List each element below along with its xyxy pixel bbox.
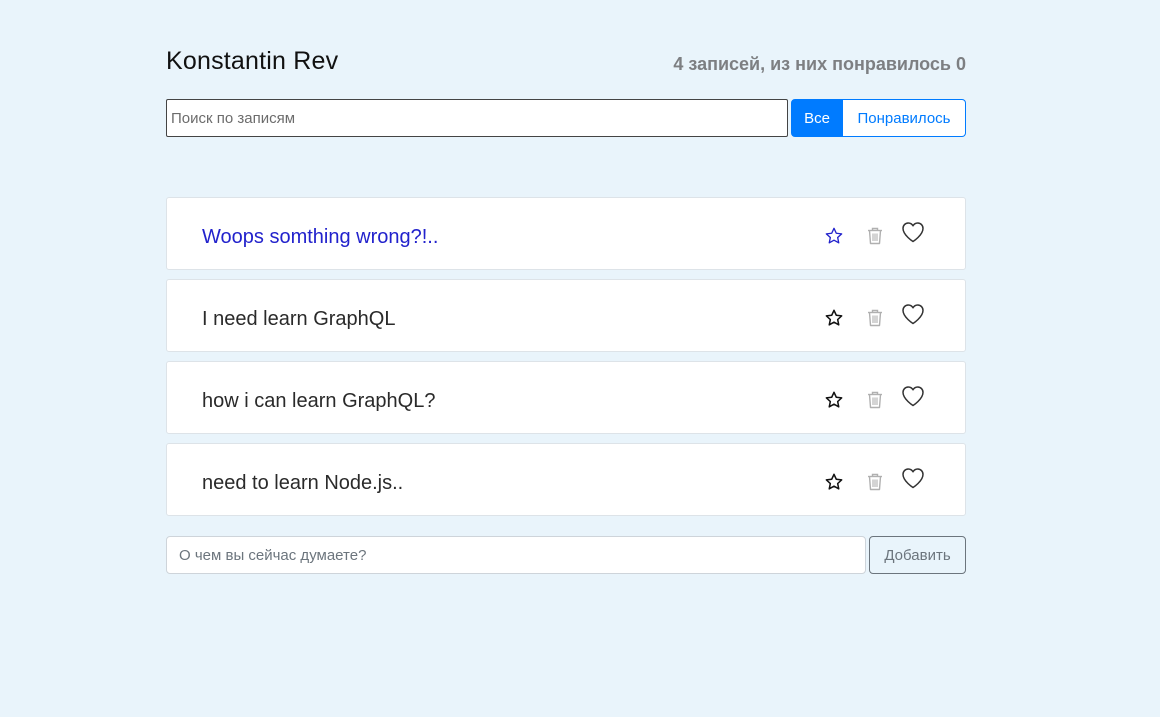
star-icon xyxy=(825,227,843,243)
delete-button[interactable] xyxy=(861,364,889,435)
star-icon xyxy=(825,391,843,408)
heart-icon xyxy=(902,303,924,324)
new-post-input[interactable] xyxy=(166,536,866,574)
star-button[interactable] xyxy=(820,200,848,271)
search-input[interactable] xyxy=(166,99,788,137)
filter-liked-button[interactable]: Понравилось xyxy=(843,99,966,137)
post-label[interactable]: how i can learn GraphQL? xyxy=(202,388,435,414)
like-button[interactable] xyxy=(899,278,927,349)
star-icon xyxy=(825,309,843,326)
post-list-item: how i can learn GraphQL? xyxy=(166,361,966,434)
trash-icon xyxy=(868,227,882,244)
search-panel: Все Понравилось xyxy=(166,99,966,137)
post-list-item: Woops somthing wrong?!.. xyxy=(166,197,966,270)
add-post-button[interactable]: Добавить xyxy=(869,536,966,574)
user-name: Konstantin Rev xyxy=(166,47,339,75)
star-icon xyxy=(825,473,843,490)
post-list: Woops somthing wrong?!.. I need learn Gr… xyxy=(166,197,966,525)
app-header: Konstantin Rev 4 записей, из них понрави… xyxy=(166,44,966,80)
heart-icon xyxy=(902,467,924,488)
delete-button[interactable] xyxy=(861,446,889,517)
filter-all-button[interactable]: Все xyxy=(791,99,843,137)
post-add-form: Добавить xyxy=(166,536,966,574)
delete-button[interactable] xyxy=(861,200,889,271)
star-button[interactable] xyxy=(820,446,848,517)
like-button[interactable] xyxy=(899,360,927,431)
star-button[interactable] xyxy=(820,364,848,435)
like-button[interactable] xyxy=(899,196,927,267)
like-button[interactable] xyxy=(899,442,927,513)
post-label[interactable]: need to learn Node.js.. xyxy=(202,470,403,496)
post-list-item: need to learn Node.js.. xyxy=(166,443,966,516)
post-label[interactable]: Woops somthing wrong?!.. xyxy=(202,224,438,250)
heart-icon xyxy=(902,385,924,406)
heart-icon xyxy=(902,221,924,242)
post-list-item: I need learn GraphQL xyxy=(166,279,966,352)
post-stats: 4 записей, из них понравилось 0 xyxy=(673,54,966,74)
delete-button[interactable] xyxy=(861,282,889,353)
trash-icon xyxy=(868,309,882,326)
star-button[interactable] xyxy=(820,282,848,353)
trash-icon xyxy=(868,473,882,490)
post-status-filter: Все Понравилось xyxy=(791,99,966,137)
post-label[interactable]: I need learn GraphQL xyxy=(202,306,395,332)
trash-icon xyxy=(868,391,882,408)
